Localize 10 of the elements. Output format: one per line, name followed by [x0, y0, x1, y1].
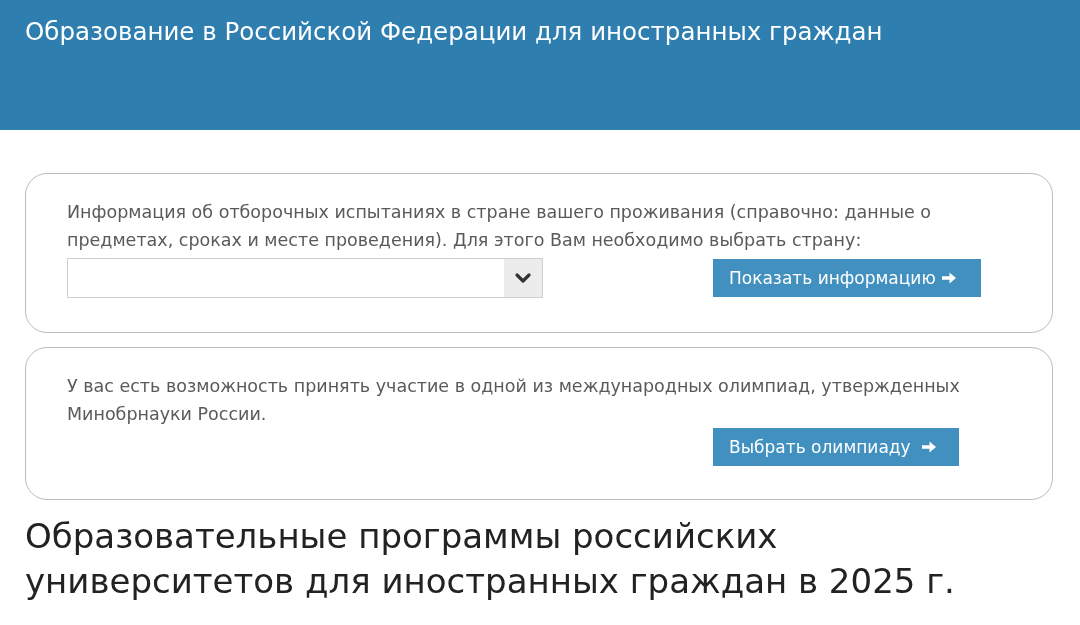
panel-text: У вас есть возможность принять участие в одной из международных олимпиад, утвержденных Минобрнауки России. — [67, 375, 961, 426]
site-title: Образование в Российской Федерации для иностранных граждан — [25, 16, 883, 48]
chevron-down-icon — [504, 259, 542, 297]
panel-text: Информация об отборочных испытаниях в стране вашего проживания (справочно: данные о предметах, сроках и месте проведения). Для этого Вам необходимо выбрать страну: — [67, 201, 932, 252]
action-button[interactable]: Выбрать олимпиаду — [713, 428, 959, 466]
action-button[interactable]: Показать информацию — [713, 259, 981, 297]
arrow-right-icon — [940, 271, 957, 285]
arrow-right-icon — [920, 440, 937, 454]
section-heading: Образовательные программы российских университетов для иностранных граждан в 2025 г. — [25, 515, 956, 603]
country-select[interactable] — [67, 258, 543, 298]
